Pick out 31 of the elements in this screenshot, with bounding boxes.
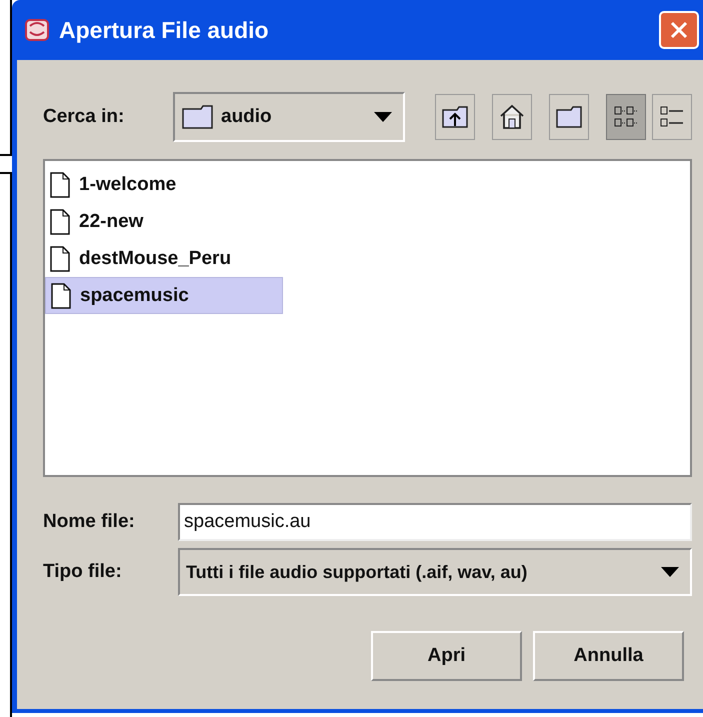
window-title: Apertura File audio xyxy=(59,16,269,44)
file-icon xyxy=(50,282,72,310)
file-icon xyxy=(49,244,71,272)
details-view-button[interactable] xyxy=(652,94,692,140)
file-type-label: Tipo file: xyxy=(43,561,123,583)
new-folder-button[interactable] xyxy=(549,94,589,140)
home-icon xyxy=(498,103,526,131)
app-icon xyxy=(23,16,51,44)
list-view-button[interactable] xyxy=(606,94,646,140)
file-type-dropdown[interactable]: Tutti i file audio supportati (.aif, wav, au) xyxy=(178,548,692,596)
look-in-label: Cerca in: xyxy=(43,106,126,128)
file-name-label: Nome file: xyxy=(43,511,136,533)
folder-icon xyxy=(555,104,583,130)
file-item[interactable]: 22-new xyxy=(45,203,283,240)
home-button[interactable] xyxy=(492,94,532,140)
file-item[interactable]: 1-welcome xyxy=(45,166,283,203)
look-in-dropdown[interactable]: audio xyxy=(173,92,405,142)
caret-icon xyxy=(660,566,680,578)
folder-up-arrow-icon xyxy=(441,104,469,130)
close-button[interactable] xyxy=(659,11,699,49)
file-item[interactable]: spacemusic xyxy=(45,277,283,314)
file-item[interactable]: destMouse_Peru xyxy=(45,240,283,277)
up-folder-button[interactable] xyxy=(435,94,475,140)
caret-icon xyxy=(373,111,393,123)
file-name-field[interactable]: spacemusic.au xyxy=(178,503,692,541)
close-icon xyxy=(668,19,690,41)
file-icon xyxy=(49,170,71,198)
open-button[interactable]: Apri xyxy=(371,631,522,681)
file-icon xyxy=(49,208,71,236)
cancel-button[interactable]: Annulla xyxy=(533,631,684,681)
folder-icon xyxy=(181,104,215,130)
